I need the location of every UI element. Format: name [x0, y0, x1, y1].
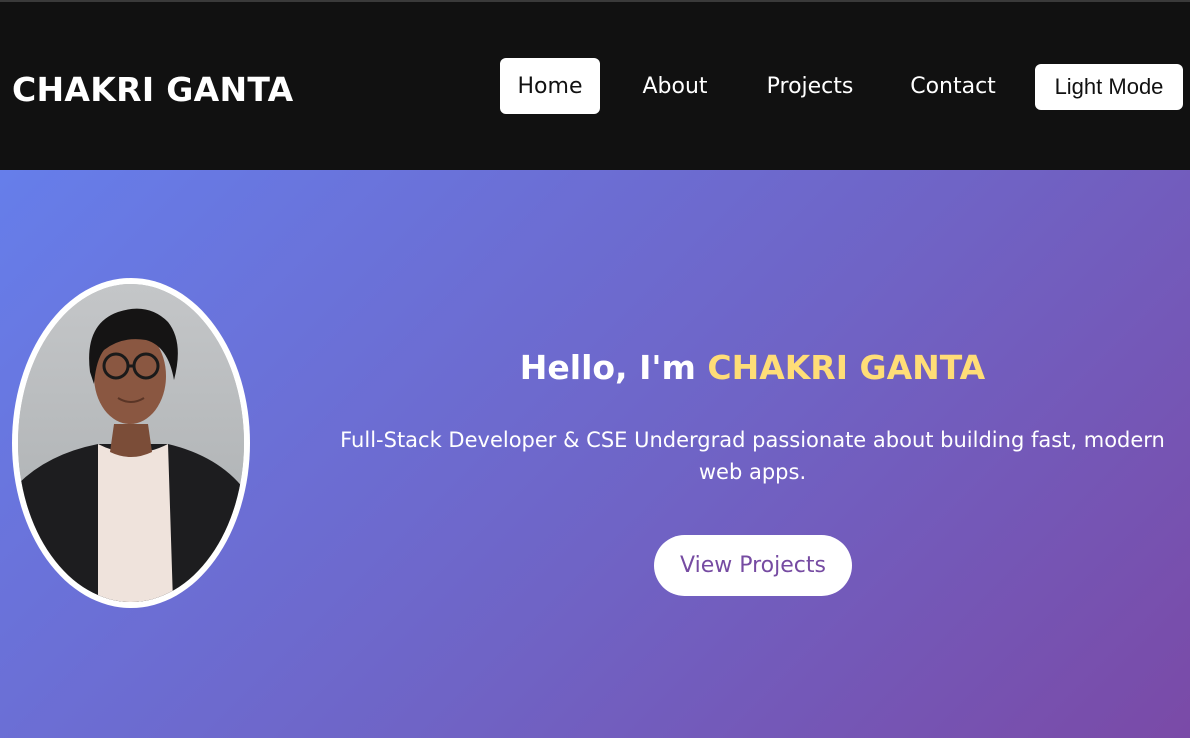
nav-link-about[interactable]: About: [624, 58, 726, 114]
hero-subtitle: Full-Stack Developer & CSE Undergrad pas…: [340, 428, 1165, 484]
hero-name-highlight: CHAKRI GANTA: [707, 348, 986, 387]
theme-toggle-button[interactable]: Light Mode: [1035, 64, 1183, 110]
navbar: CHAKRI GANTA Home About Projects Contact…: [0, 2, 1190, 170]
hero-heading: Hello, I'm CHAKRI GANTA: [330, 348, 1175, 387]
nav-link-projects[interactable]: Projects: [750, 58, 870, 114]
hero-greeting: Hello, I'm: [519, 348, 696, 387]
view-projects-button[interactable]: View Projects: [654, 535, 852, 596]
profile-photo: [18, 284, 244, 602]
brand-logo[interactable]: CHAKRI GANTA: [12, 70, 293, 109]
hero-section: Hello, I'm CHAKRI GANTA Full-Stack Devel…: [0, 170, 1190, 738]
nav-link-home[interactable]: Home: [500, 58, 600, 114]
profile-photo-frame: [12, 278, 250, 608]
nav-link-contact[interactable]: Contact: [895, 58, 1011, 114]
